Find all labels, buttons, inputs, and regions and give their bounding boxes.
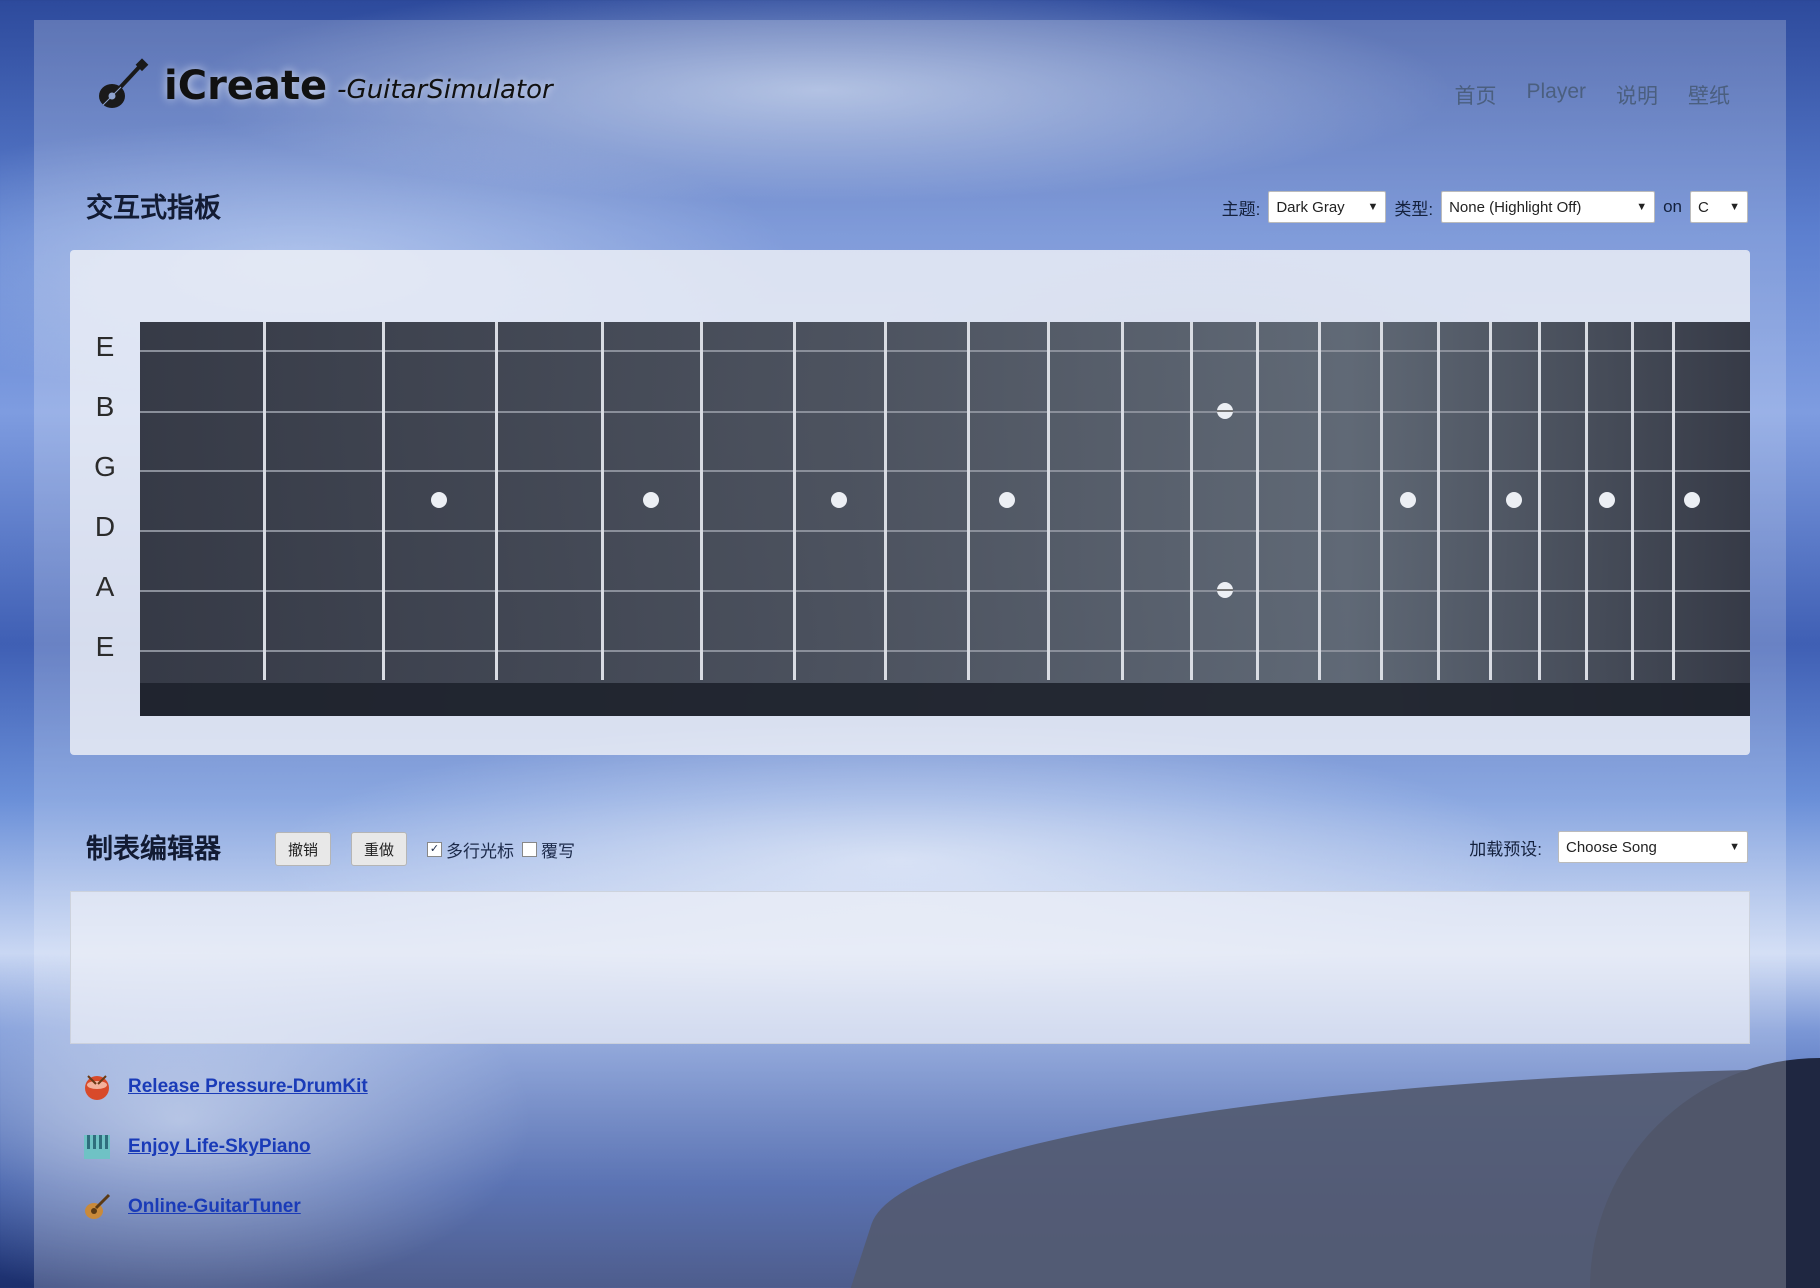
related-links: Release Pressure-DrumKit Enjoy Life-SkyP… [82, 1072, 368, 1252]
fret-marker-dot [1506, 492, 1522, 508]
fret-wire [1631, 322, 1634, 680]
chevron-down-icon: ▼ [1367, 201, 1379, 213]
fretboard-edge [140, 683, 1750, 716]
fret-marker-double-dot [1217, 582, 1233, 598]
guitar-icon [99, 58, 149, 108]
top-nav: 首页 Player 说明 壁纸 [1454, 80, 1730, 110]
chevron-down-icon: ▼ [1729, 201, 1740, 213]
overwrite-label: 覆写 [541, 841, 576, 861]
fret-marker-dot [643, 492, 659, 508]
fret-wire [495, 322, 498, 680]
piano-icon [84, 1135, 110, 1159]
link-item: Enjoy Life-SkyPiano [82, 1132, 368, 1162]
fret-wire [1256, 322, 1259, 680]
site-logo[interactable]: iCreate -GuitarSimulator [94, 58, 553, 114]
nav-wallpaper[interactable]: 壁纸 [1688, 80, 1730, 110]
tab-editor-title: 制表编辑器 [86, 834, 221, 864]
fret-wire [1437, 322, 1440, 680]
fret-wire [1585, 322, 1588, 680]
fretboard-controls: 主题: Dark Gray ▼ 类型: None (Highlight Off)… [1222, 191, 1748, 223]
fret-wire [700, 322, 703, 680]
type-label: 类型: [1394, 199, 1434, 219]
key-select-value: C [1698, 198, 1709, 216]
undo-button[interactable]: 撤销 [275, 832, 332, 866]
drumkit-link[interactable]: Release Pressure-DrumKit [128, 1076, 368, 1098]
drum-icon [85, 1075, 109, 1100]
tab-editor-controls: 撤销 重做 ✓ 多行光标 覆写 [275, 832, 575, 866]
string-label: D [94, 511, 116, 542]
logo-subtitle: -GuitarSimulator [337, 75, 553, 105]
checkbox-unchecked-icon [522, 841, 538, 857]
link-item: Online-GuitarTuner [82, 1192, 368, 1222]
key-select[interactable]: C ▼ [1690, 191, 1748, 223]
chevron-down-icon: ▼ [1636, 201, 1648, 213]
theme-label: 主题: [1221, 199, 1261, 219]
guitartuner-link[interactable]: Online-GuitarTuner [128, 1196, 301, 1218]
fret-wire [793, 322, 796, 680]
fret-marker-dot [1400, 492, 1416, 508]
string-label: A [95, 571, 115, 602]
theme-select-value: Dark Gray [1276, 198, 1345, 216]
fret-wire [1380, 322, 1383, 680]
tab-editor-textarea[interactable] [70, 891, 1750, 1044]
fret-marker-dot [999, 492, 1015, 508]
preset-label: 加载预设: [1469, 839, 1542, 859]
fret-wire [1318, 322, 1321, 680]
theme-select[interactable]: Dark Gray ▼ [1268, 191, 1387, 223]
fret-marker-dot [431, 492, 447, 508]
fret-wire [1538, 322, 1541, 680]
fret-marker-dot [831, 492, 847, 508]
preset-select-value: Choose Song [1566, 838, 1657, 856]
overwrite-checkbox[interactable]: 覆写 [522, 837, 575, 862]
skypiano-link[interactable]: Enjoy Life-SkyPiano [128, 1136, 311, 1158]
multiline-cursor-label: 多行光标 [446, 841, 515, 861]
fret-wire [1121, 322, 1124, 680]
string-label: B [95, 391, 115, 422]
fret-marker-double-dot [1217, 403, 1233, 419]
chevron-down-icon: ▼ [1729, 841, 1740, 853]
preset-controls: 加载预设: Choose Song ▼ [1469, 831, 1748, 863]
link-item: Release Pressure-DrumKit [82, 1072, 368, 1102]
fret-wire [967, 322, 970, 680]
preset-select[interactable]: Choose Song ▼ [1558, 831, 1748, 863]
checkbox-checked-icon: ✓ [427, 841, 443, 857]
logo-title: iCreate [164, 63, 328, 109]
type-select-value: None (Highlight Off) [1449, 198, 1582, 216]
fret-wire [263, 322, 266, 680]
multiline-cursor-checkbox[interactable]: ✓ 多行光标 [427, 837, 514, 862]
fret-wire [382, 322, 385, 680]
fret-wire [884, 322, 887, 680]
fret-wire [1672, 322, 1675, 680]
nav-instructions[interactable]: 说明 [1616, 80, 1658, 110]
fret-wire [601, 322, 604, 680]
fret-wire [1190, 322, 1193, 680]
string-label: G [94, 451, 116, 482]
tuner-icon [85, 1193, 111, 1219]
fretboard-section-title: 交互式指板 [86, 193, 221, 223]
on-label: on [1663, 197, 1682, 216]
type-select[interactable]: None (Highlight Off) ▼ [1441, 191, 1656, 223]
fret-marker-dot [1599, 492, 1615, 508]
fret-wire [1489, 322, 1492, 680]
redo-button[interactable]: 重做 [351, 832, 408, 866]
fret-marker-dot [1684, 492, 1700, 508]
string-label: E [95, 331, 115, 362]
fret-wire [1047, 322, 1050, 680]
string-label: E [95, 631, 115, 662]
nav-player[interactable]: Player [1526, 80, 1586, 110]
nav-home[interactable]: 首页 [1454, 80, 1496, 110]
